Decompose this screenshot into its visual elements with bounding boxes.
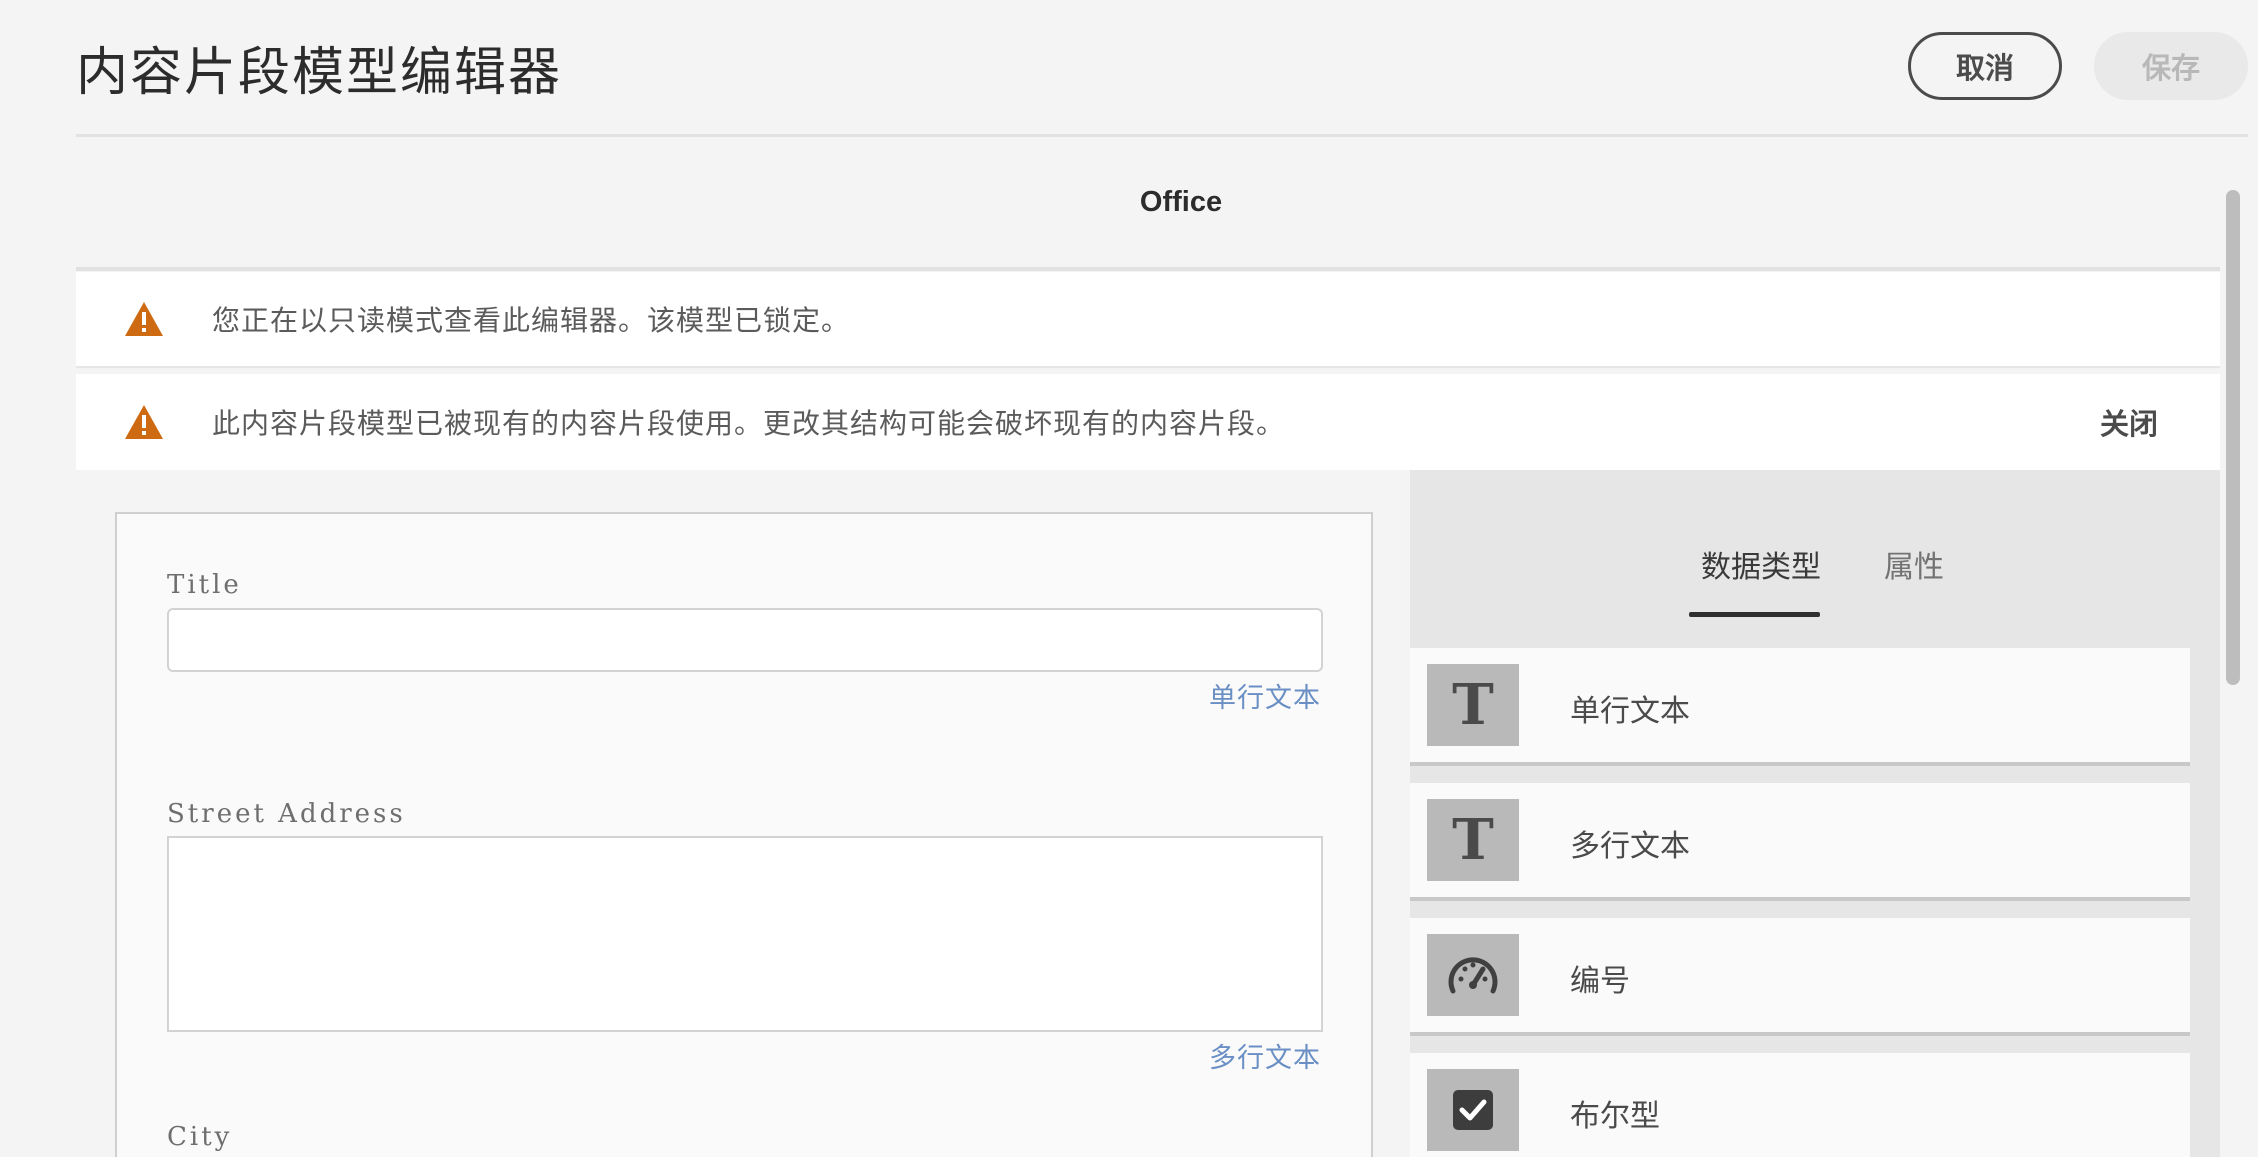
- field-label-city: City: [167, 1122, 233, 1152]
- panel-tabs: 数据类型 属性: [1410, 470, 2220, 618]
- street-address-field[interactable]: [167, 836, 1323, 1032]
- type-boolean[interactable]: 布尔型: [1410, 1053, 2190, 1157]
- type-label: 布尔型: [1570, 1099, 1660, 1134]
- page-title: 内容片段模型编辑器: [76, 43, 563, 103]
- field-label-street-address: Street Address: [167, 799, 406, 829]
- cancel-button[interactable]: 取消: [1908, 32, 2062, 100]
- save-button[interactable]: 保存: [2094, 32, 2248, 100]
- type-multi-line-text[interactable]: T 多行文本: [1410, 783, 2190, 901]
- active-tab-indicator: [1689, 612, 1820, 617]
- tab-properties[interactable]: 属性: [1884, 542, 1944, 586]
- text-icon: T: [1427, 664, 1519, 746]
- field-type-multi-line: 多行文本: [1209, 1043, 1321, 1074]
- type-label: 单行文本: [1570, 694, 1690, 729]
- model-name-bar: Office: [76, 137, 2220, 271]
- tab-data-types[interactable]: 数据类型: [1701, 542, 1821, 586]
- in-use-alert: 此内容片段模型已被现有的内容片段使用。更改其结构可能会破坏现有的内容片段。 关闭: [76, 374, 2220, 470]
- warning-icon: [124, 301, 164, 337]
- field-label-title: Title: [167, 570, 242, 600]
- gauge-icon: [1427, 934, 1519, 1016]
- scrollbar-thumb[interactable]: [2226, 190, 2240, 685]
- type-single-line-text[interactable]: T 单行文本: [1410, 648, 2190, 766]
- model-canvas: Title 单行文本 Street Address 多行文本 City: [76, 470, 1410, 1157]
- field-type-single-line: 单行文本: [1209, 683, 1321, 714]
- type-number[interactable]: 编号: [1410, 918, 2190, 1036]
- close-alert-button[interactable]: 关闭: [2100, 401, 2158, 443]
- form-card: Title 单行文本 Street Address 多行文本 City: [115, 512, 1373, 1157]
- type-label: 多行文本: [1570, 829, 1690, 864]
- alert-message: 您正在以只读模式查看此编辑器。该模型已锁定。: [212, 304, 851, 337]
- readonly-alert: 您正在以只读模式查看此编辑器。该模型已锁定。: [76, 272, 2220, 368]
- title-field[interactable]: [167, 608, 1323, 672]
- text-icon: T: [1427, 799, 1519, 881]
- editor-header: 内容片段模型编辑器 取消 保存: [76, 0, 2248, 136]
- data-types-panel: 数据类型 属性 T 单行文本 T 多行文本 编号 布尔型: [1410, 470, 2220, 1157]
- checkbox-icon: [1427, 1069, 1519, 1151]
- warning-icon: [124, 404, 164, 440]
- alert-message: 此内容片段模型已被现有的内容片段使用。更改其结构可能会破坏现有的内容片段。: [212, 407, 1286, 440]
- model-name: Office: [1139, 185, 1223, 218]
- type-label: 编号: [1570, 964, 1630, 999]
